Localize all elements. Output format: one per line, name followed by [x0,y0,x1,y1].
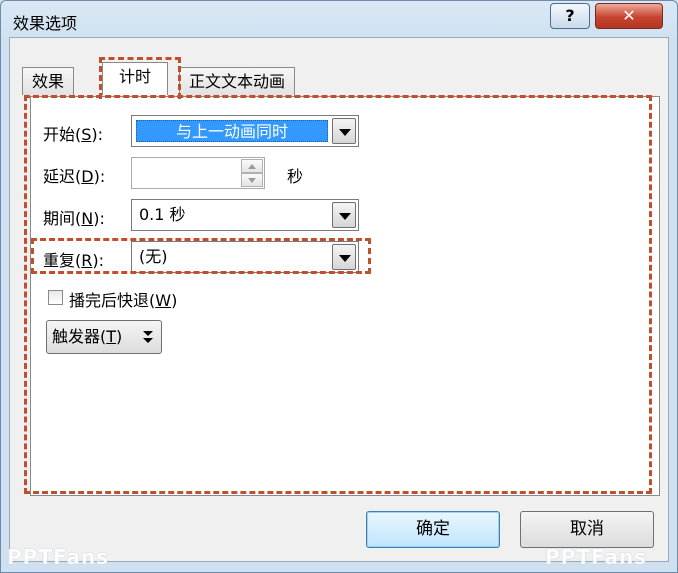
close-button[interactable]: ✕ [595,3,663,29]
repeat-label: 重复(R): [43,251,105,270]
tab-effect[interactable]: 效果 [22,67,75,95]
spin-up-icon[interactable] [241,159,263,173]
rewind-label: 播完后快退(W) [69,291,178,310]
duration-select[interactable]: 0.1 秒 [131,199,359,231]
dialog-title: 效果选项 [13,14,78,33]
delay-input[interactable] [131,157,265,189]
chevron-down-icon[interactable] [332,202,356,228]
tab-timing[interactable]: 计时 [102,62,169,95]
duration-select-value: 0.1 秒 [139,205,186,224]
dialog-window: 效果选项 ? ✕ 效果 计时 正文文本动画 开始(S): 与上一动画同时 延迟(… [0,0,678,573]
ok-button[interactable]: 确定 [366,511,500,548]
chevron-down-icon[interactable] [332,118,356,144]
repeat-select[interactable]: (无) [131,241,359,273]
triggers-button[interactable]: 触发器(T) [46,320,162,354]
chevron-down-icon[interactable] [332,244,356,270]
double-chevron-down-icon [143,331,153,343]
start-label: 开始(S): [43,125,104,144]
spin-down-icon[interactable] [241,173,263,187]
watermark-left: PPTFans [7,545,110,569]
timing-panel: 开始(S): 与上一动画同时 延迟(D): 秒 期间(N): 0.1 秒 重复(… [30,96,660,496]
rewind-checkbox[interactable] [48,290,63,305]
start-select-value: 与上一动画同时 [136,120,328,142]
delay-label: 延迟(D): [43,167,106,186]
dialog-client: 效果 计时 正文文本动画 开始(S): 与上一动画同时 延迟(D): 秒 期间(… [9,37,669,562]
tab-text-animation[interactable]: 正文文本动画 [179,67,296,95]
cancel-button[interactable]: 取消 [520,511,654,548]
repeat-select-value: (无) [139,247,168,266]
start-select[interactable]: 与上一动画同时 [131,115,359,147]
watermark-right: PPTFans [545,545,648,569]
delay-unit: 秒 [287,167,304,186]
help-button[interactable]: ? [550,3,590,29]
duration-label: 期间(N): [43,209,105,228]
